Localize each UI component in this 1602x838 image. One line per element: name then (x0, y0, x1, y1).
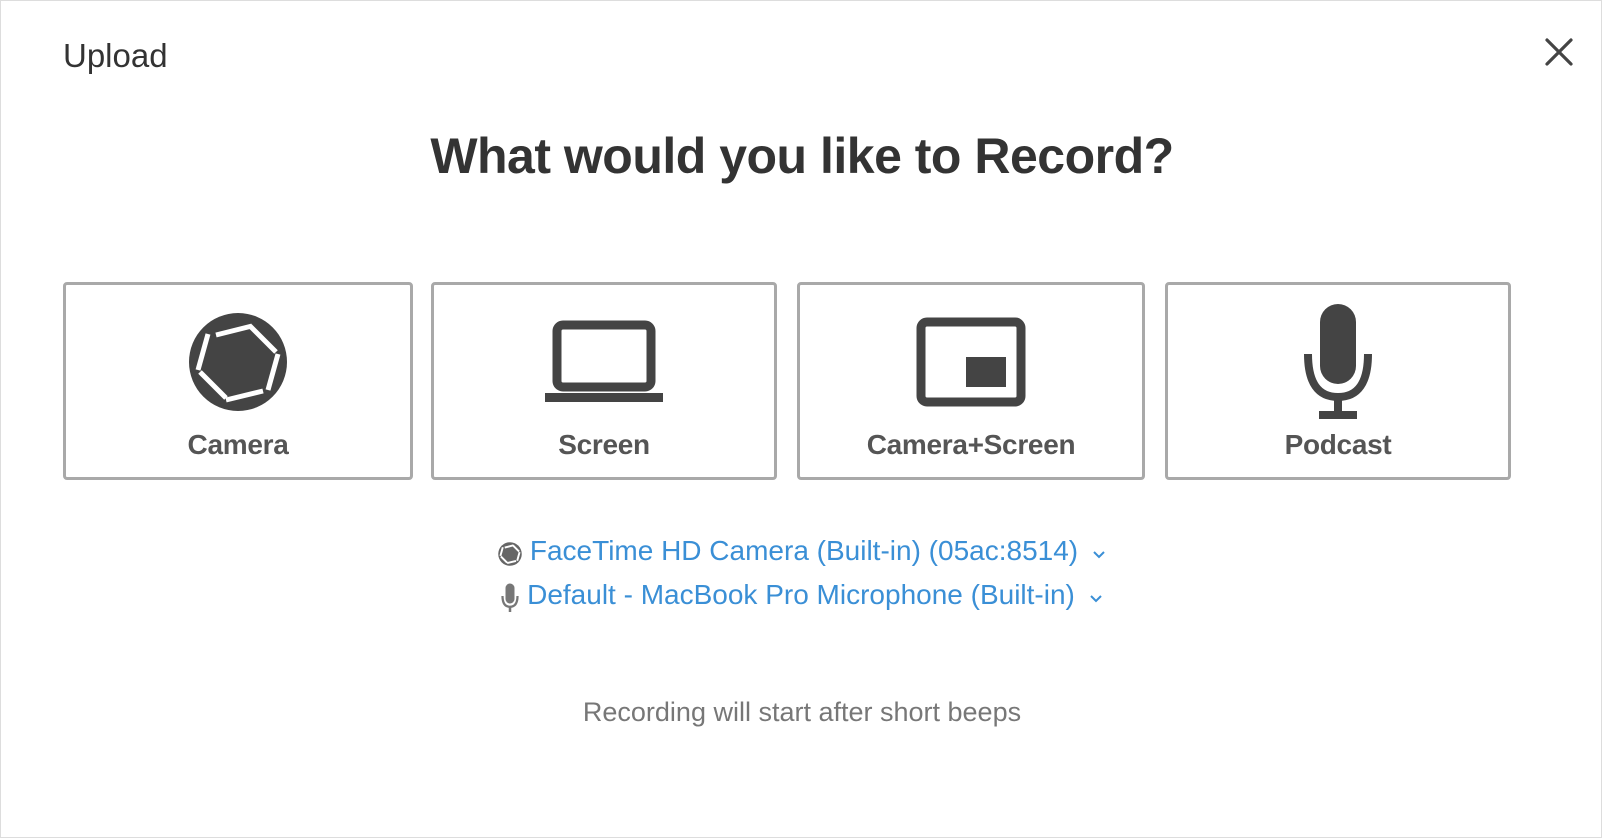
dialog-title: Upload (63, 37, 168, 74)
screen-option-label: Screen (558, 429, 650, 460)
podcast-option-label: Podcast (1284, 429, 1392, 460)
close-icon (1545, 38, 1573, 66)
camera-option-button[interactable]: Camera (63, 282, 413, 480)
microphone-icon (1304, 304, 1372, 419)
close-button[interactable] (1541, 34, 1577, 70)
camera-screen-option-label: Camera+Screen (866, 429, 1076, 460)
microphone-device-label: Default - MacBook Pro Microphone (Built-… (527, 579, 1075, 610)
screen-option-button[interactable]: Screen (431, 282, 777, 480)
record-options: Camera Screen Camera+Screen Podcast (63, 282, 1545, 484)
camera-device-select[interactable]: FaceTime HD Camera (Built-in) (05ac:8514… (1, 529, 1602, 573)
camera-option-label: Camera (187, 429, 289, 460)
camera-screen-option-button[interactable]: Camera+Screen (797, 282, 1145, 480)
recording-hint: Recording will start after short beeps (582, 697, 1022, 727)
record-dialog: Upload What would you like to Record? Ca… (0, 0, 1602, 838)
podcast-option-button[interactable]: Podcast (1165, 282, 1511, 480)
camera-shutter-icon (498, 542, 522, 566)
microphone-device-select[interactable]: Default - MacBook Pro Microphone (Built-… (1, 573, 1602, 617)
page-title: What would you like to Record? (430, 128, 1174, 184)
laptop-icon (545, 320, 663, 402)
chevron-down-icon (1090, 595, 1102, 603)
camera-device-label: FaceTime HD Camera (Built-in) (05ac:8514… (529, 535, 1079, 566)
device-selectors: FaceTime HD Camera (Built-in) (05ac:8514… (1, 529, 1602, 617)
camera-shutter-icon (189, 313, 287, 411)
microphone-icon (501, 583, 519, 612)
chevron-down-icon (1093, 551, 1105, 559)
picture-in-picture-icon (916, 317, 1026, 407)
